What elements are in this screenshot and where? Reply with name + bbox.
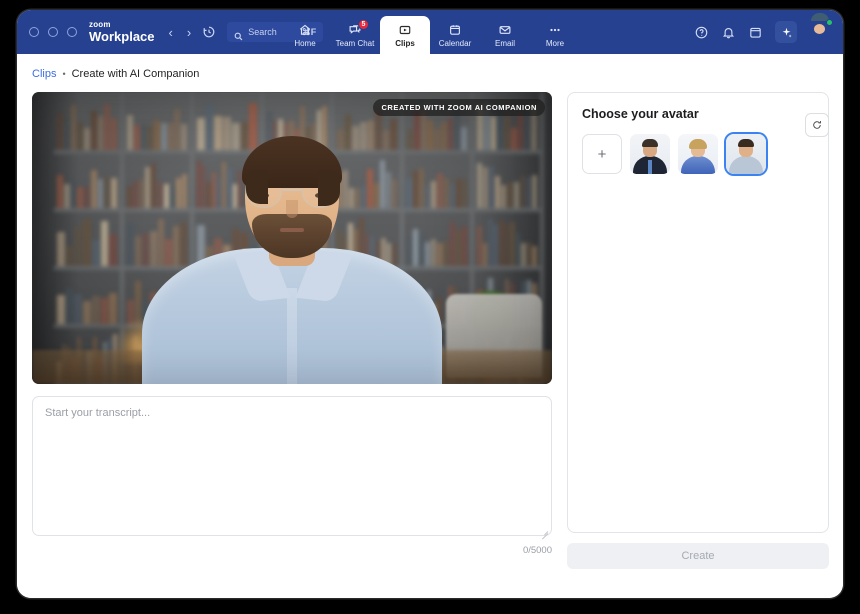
breadcrumb-separator: • xyxy=(62,69,65,79)
forward-button[interactable]: › xyxy=(185,25,193,40)
create-button[interactable]: Create xyxy=(567,543,829,569)
tab-more-label: More xyxy=(546,39,564,48)
tab-team-chat[interactable]: 5 Team Chat xyxy=(330,16,380,54)
avatar-option-2[interactable] xyxy=(678,134,718,174)
status-badge xyxy=(826,19,833,26)
avatar-options-list: + xyxy=(582,134,814,174)
brand-workplace-label: Workplace xyxy=(89,30,155,43)
left-column: CREATED WITH ZOOM AI COMPANION 0/5000 xyxy=(32,92,552,569)
character-counter: 0/5000 xyxy=(32,545,552,556)
tab-email-label: Email xyxy=(495,39,515,48)
app-brand: zoom Workplace xyxy=(89,21,155,43)
brand-zoom-label: zoom xyxy=(89,21,155,29)
titlebar-right-actions xyxy=(694,21,831,43)
avatar-option-3[interactable] xyxy=(726,134,766,174)
tab-calendar[interactable]: Calendar xyxy=(430,16,480,54)
search-icon xyxy=(234,28,243,37)
clips-video-icon xyxy=(398,22,412,37)
envelope-icon xyxy=(498,22,512,37)
main-tabs: Home 5 Team Chat xyxy=(280,10,580,54)
home-icon xyxy=(298,22,312,37)
title-bar: zoom Workplace ‹ › Search ⌘F xyxy=(17,10,843,54)
avatar-panel-title: Choose your avatar xyxy=(582,107,814,121)
tab-home[interactable]: Home xyxy=(280,16,330,54)
clock-history-icon[interactable] xyxy=(201,24,217,40)
video-soft-focus xyxy=(32,92,552,384)
zoom-workplace-window: zoom Workplace ‹ › Search ⌘F xyxy=(17,10,843,598)
history-nav: ‹ › xyxy=(167,25,194,40)
team-chat-unread-badge: 5 xyxy=(358,19,369,30)
calendar-icon xyxy=(448,22,462,37)
right-column: Choose your avatar + xyxy=(567,92,829,569)
ai-companion-watermark: CREATED WITH ZOOM AI COMPANION xyxy=(373,99,545,116)
avatar-option-1[interactable] xyxy=(630,134,670,174)
back-button[interactable]: ‹ xyxy=(167,25,175,40)
ai-companion-sparkle-icon[interactable] xyxy=(775,21,797,43)
tab-calendar-label: Calendar xyxy=(439,39,471,48)
page-body: Clips • Create with AI Companion xyxy=(17,54,843,598)
avatar-panel: Choose your avatar + xyxy=(567,92,829,533)
ellipsis-icon xyxy=(548,22,562,37)
minimize-window-button[interactable] xyxy=(48,27,58,37)
tab-more[interactable]: More xyxy=(530,16,580,54)
tab-email[interactable]: Email xyxy=(480,16,530,54)
tab-clips-label: Clips xyxy=(395,39,415,48)
main-content: CREATED WITH ZOOM AI COMPANION 0/5000 Ch… xyxy=(17,80,843,569)
video-preview[interactable]: CREATED WITH ZOOM AI COMPANION xyxy=(32,92,552,384)
page-title: Create with AI Companion xyxy=(72,68,200,80)
add-avatar-button[interactable]: + xyxy=(582,134,622,174)
profile-avatar[interactable] xyxy=(809,21,831,43)
help-icon[interactable] xyxy=(694,25,709,40)
plus-icon: + xyxy=(598,146,607,163)
transcript-input[interactable] xyxy=(32,396,552,536)
transcript-area xyxy=(32,396,552,541)
bell-notification-icon[interactable] xyxy=(721,25,736,40)
tab-clips[interactable]: Clips xyxy=(380,16,430,54)
breadcrumb: Clips • Create with AI Companion xyxy=(17,54,843,80)
tab-home-label: Home xyxy=(294,39,315,48)
window-panel-icon[interactable] xyxy=(748,25,763,40)
maximize-window-button[interactable] xyxy=(67,27,77,37)
refresh-button[interactable] xyxy=(805,113,829,137)
close-window-button[interactable] xyxy=(29,27,39,37)
tab-team-chat-label: Team Chat xyxy=(336,39,375,48)
breadcrumb-clips-link[interactable]: Clips xyxy=(32,68,56,80)
window-controls[interactable] xyxy=(29,27,77,37)
